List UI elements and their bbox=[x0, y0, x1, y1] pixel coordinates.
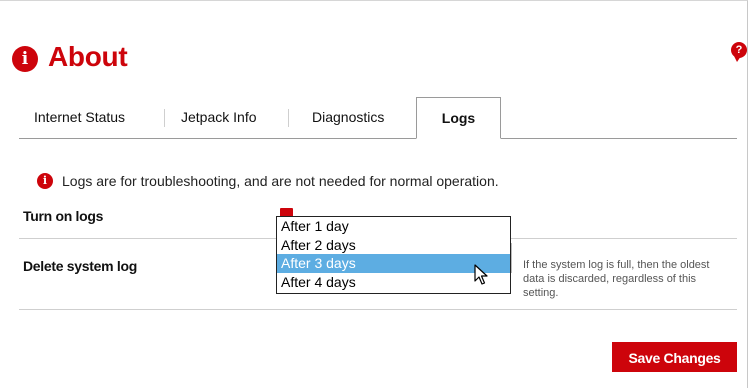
help-chat-icon[interactable]: ? bbox=[731, 42, 747, 62]
mouse-pointer-icon bbox=[474, 264, 488, 285]
tab-logs[interactable]: Logs bbox=[416, 97, 501, 139]
dropdown-option[interactable]: After 1 day bbox=[277, 217, 510, 236]
info-icon: i bbox=[12, 46, 38, 72]
dropdown-option[interactable]: After 2 days bbox=[277, 236, 510, 255]
page-title: About bbox=[48, 41, 128, 72]
tab-bar: Internet Status Jetpack Info Diagnostics… bbox=[19, 97, 737, 139]
tab-separator bbox=[164, 109, 165, 127]
tab-diagnostics[interactable]: Diagnostics bbox=[312, 97, 384, 138]
turn-on-logs-label: Turn on logs bbox=[23, 208, 104, 224]
tab-internet-status[interactable]: Internet Status bbox=[34, 97, 125, 138]
tab-jetpack-info[interactable]: Jetpack Info bbox=[181, 97, 257, 138]
save-changes-button[interactable]: Save Changes bbox=[612, 342, 737, 372]
delete-system-log-label: Delete system log bbox=[23, 258, 137, 274]
divider bbox=[19, 309, 737, 310]
info-text: Logs are for troubleshooting, and are no… bbox=[62, 173, 499, 189]
tab-separator bbox=[288, 109, 289, 127]
delete-log-help-text: If the system log is full, then the olde… bbox=[523, 259, 710, 299]
info-icon: i bbox=[37, 173, 53, 189]
